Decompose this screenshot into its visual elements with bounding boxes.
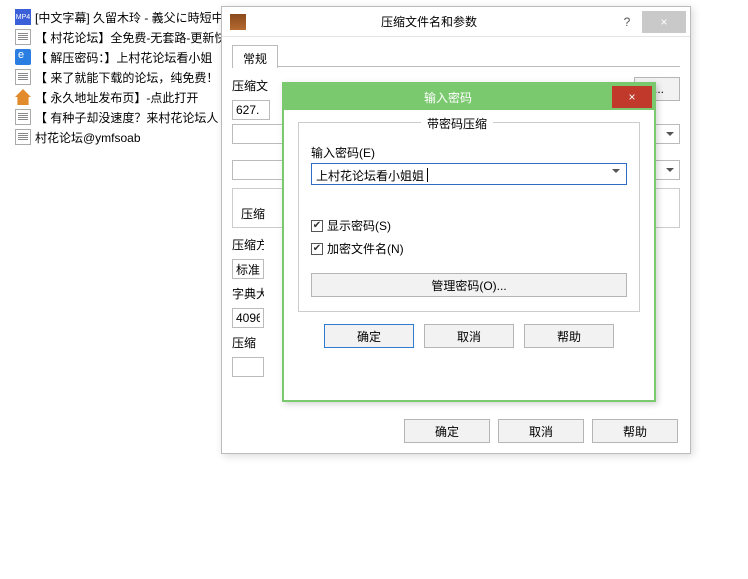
cancel-button[interactable]: 取消	[498, 419, 584, 443]
show-password-checkbox[interactable]: 显示密码(S)	[311, 217, 627, 234]
archive-name-input[interactable]	[232, 100, 270, 120]
dictionary-label: 字典大	[232, 285, 264, 302]
winrar-icon	[230, 14, 246, 30]
enter-password-dialog: 输入密码 × 带密码压缩 输入密码(E) 上村花论坛看小姐姐 显示密码(S)	[282, 82, 656, 402]
url-file-icon	[15, 49, 31, 65]
close-button[interactable]: ×	[642, 11, 686, 33]
split-label: 压缩	[232, 334, 264, 351]
manage-passwords-button[interactable]: 管理密码(O)...	[311, 273, 627, 297]
titlebar: 压缩文件名和参数 ? ×	[222, 7, 690, 37]
file-name: 【 来了就能下载的论坛，纯免费！	[35, 69, 218, 86]
tab-general[interactable]: 常规	[232, 45, 278, 68]
help-button-bottom[interactable]: 帮助	[592, 419, 678, 443]
password-value: 上村花论坛看小姐姐	[316, 167, 424, 184]
password-input[interactable]: 上村花论坛看小姐姐	[311, 163, 627, 185]
pw-help-button[interactable]: 帮助	[524, 324, 614, 348]
pw-group-title: 带密码压缩	[421, 115, 493, 132]
pw-input-label: 输入密码(E)	[311, 144, 627, 161]
text-file-icon	[15, 69, 31, 85]
pw-cancel-button[interactable]: 取消	[424, 324, 514, 348]
pw-ok-button[interactable]: 确定	[324, 324, 414, 348]
file-name: 【 永久地址发布页】-点此打开	[35, 89, 198, 106]
help-button[interactable]: ?	[612, 10, 642, 34]
pw-dialog-buttons: 确定 取消 帮助	[298, 324, 640, 348]
text-file-icon	[15, 129, 31, 145]
tab-strip: 常规	[232, 43, 680, 67]
pw-title: 输入密码	[284, 89, 612, 106]
mp4-icon: MP4	[15, 9, 31, 25]
show-password-label: 显示密码(S)	[327, 217, 391, 234]
text-file-icon	[15, 109, 31, 125]
compression-select[interactable]: 标准	[232, 259, 264, 279]
dialog-title: 压缩文件名和参数	[246, 13, 612, 30]
file-name: 【 解压密码：】上村花论坛看小姐	[35, 49, 212, 66]
pw-group: 带密码压缩 输入密码(E) 上村花论坛看小姐姐 显示密码(S) 加密文件名(N)	[298, 122, 640, 312]
chevron-down-icon[interactable]	[612, 169, 620, 177]
compression-label: 压缩方	[232, 236, 264, 253]
text-file-icon	[15, 29, 31, 45]
file-name: 村花论坛@ymfsoab	[35, 129, 141, 146]
pw-titlebar: 输入密码 ×	[284, 84, 654, 110]
home-icon	[15, 89, 31, 105]
encrypt-filenames-checkbox[interactable]: 加密文件名(N)	[311, 240, 627, 257]
checkbox-icon	[311, 220, 323, 232]
dictionary-input[interactable]	[232, 308, 264, 328]
file-name: 【 村花论坛】全免费-无套路-更新快	[35, 29, 226, 46]
encrypt-filenames-label: 加密文件名(N)	[327, 240, 404, 257]
split-input[interactable]	[232, 357, 264, 377]
dialog-buttons: 确定 取消 帮助	[404, 419, 678, 443]
checkbox-icon	[311, 243, 323, 255]
pw-close-button[interactable]: ×	[612, 86, 652, 108]
pw-body: 带密码压缩 输入密码(E) 上村花论坛看小姐姐 显示密码(S) 加密文件名(N)	[284, 110, 654, 356]
format-label: 压缩	[241, 205, 265, 222]
file-name: 【 有种子却没速度？来村花论坛人	[35, 109, 218, 126]
ok-button[interactable]: 确定	[404, 419, 490, 443]
